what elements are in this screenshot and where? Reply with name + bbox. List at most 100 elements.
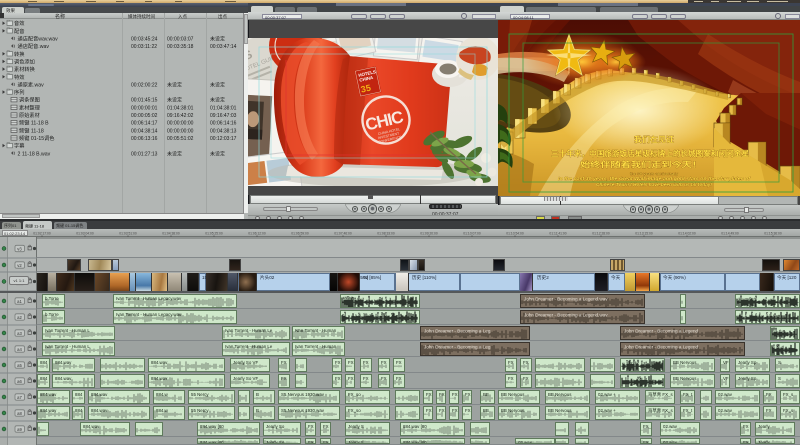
svg-text:01:15:36:00: 01:15:36:00	[764, 232, 782, 236]
svg-text:a5: a5	[17, 363, 22, 368]
svg-text:FX: FX	[348, 360, 354, 365]
svg-text:转换: 转换	[14, 50, 25, 58]
svg-text:FX: FX	[439, 392, 445, 397]
svg-text:884.wav: 884.wav	[40, 408, 57, 413]
svg-text:BB Nervous: BB Nervous	[623, 376, 647, 381]
svg-text:FX: FX	[348, 376, 354, 381]
svg-text:VF: VF	[723, 376, 729, 381]
svg-text:884.wav: 884.wav	[55, 360, 72, 365]
svg-text:00:03:45:24: 00:03:45:24	[131, 37, 158, 43]
svg-text:序列01: 序列01	[4, 222, 17, 228]
svg-text:00:06:14:16: 00:06:14:16	[210, 121, 237, 127]
svg-text:FX: FX	[363, 360, 369, 365]
svg-text:884.wav [80: 884.wav [80	[200, 424, 224, 429]
svg-text:FX_so: FX_so	[348, 408, 361, 413]
svg-text:BB Nervous: BB Nervous	[548, 392, 572, 397]
svg-text:BB: BB	[483, 392, 489, 397]
svg-text:00:01:27:13: 00:01:27:13	[131, 151, 158, 157]
svg-text:FX: FX	[426, 408, 432, 413]
svg-text:a1: a1	[17, 299, 22, 304]
svg-text:02 [85%]: 02 [85%]	[363, 275, 381, 280]
svg-text:S: S	[778, 360, 781, 365]
svg-text:02.wav +: 02.wav +	[598, 408, 616, 413]
svg-text:Jearly So: Jearly So	[266, 440, 285, 445]
svg-text:素材整理: 素材整理	[19, 103, 41, 111]
svg-text:John Dreamer - Becoming a Lege: John Dreamer - Becoming a Legend	[624, 328, 698, 333]
svg-text:FX: FX	[426, 392, 432, 397]
svg-text:海草青 FX_s: 海草青 FX_s	[648, 391, 673, 398]
svg-text:BB: BB	[483, 408, 489, 413]
svg-text:35: 35	[360, 83, 372, 95]
svg-text:未设定: 未设定	[210, 150, 225, 157]
svg-text:Jearly Sp: Jearly Sp	[738, 360, 757, 365]
svg-text:FX: FX	[452, 408, 458, 413]
svg-text:Jearly S: Jearly S	[348, 440, 364, 445]
svg-text:John Dreamer - Becoming a Lege: John Dreamer - Becoming a Legend	[624, 344, 698, 349]
svg-text:FX: FX	[743, 424, 749, 429]
svg-text:FX: FX	[323, 424, 329, 429]
svg-text:FX: FX	[281, 376, 287, 381]
svg-text:素材转换: 素材转换	[14, 65, 36, 73]
svg-text:884: 884	[75, 392, 83, 397]
svg-text:频键 11-18 B: 频键 11-18 B	[19, 119, 49, 127]
svg-text:884.w: 884.w	[156, 408, 169, 413]
svg-text:00:00:05:02: 00:00:05:02	[131, 113, 158, 119]
svg-text:a3: a3	[17, 331, 22, 336]
svg-text:world: world	[773, 328, 784, 333]
svg-text:FX_s: FX_s	[643, 424, 652, 429]
svg-text:FX: FX	[308, 440, 314, 445]
svg-text:00:01:45:15: 00:01:45:15	[131, 98, 158, 104]
svg-text:调条保图: 调条保图	[19, 96, 40, 104]
svg-text:01:06:12:00: 01:06:12:00	[248, 232, 266, 236]
svg-text:FX_t: FX_t	[683, 408, 693, 413]
svg-text:BB Nervous: BB Nervous	[501, 408, 525, 413]
svg-text:884: 884	[40, 376, 48, 381]
svg-text:FX: FX	[335, 376, 341, 381]
svg-text:Ivan Torrent - Human: Ivan Torrent - Human	[295, 344, 337, 349]
svg-text:John Dreamer - Becoming a Leg: John Dreamer - Becoming a Leg	[424, 328, 491, 333]
svg-text:01:14:49:00: 01:14:49:00	[721, 232, 739, 236]
svg-text:09:16:47:03: 09:16:47:03	[210, 113, 237, 119]
svg-text:01:09:20:00: 01:09:20:00	[420, 232, 438, 236]
svg-text:BB Nervous: BB Nervous	[623, 360, 647, 365]
svg-text:FX: FX	[743, 440, 749, 445]
svg-text:原始素材: 原始素材	[19, 111, 40, 119]
svg-text:884.wav: 884.wav	[83, 424, 100, 429]
svg-text:Ivan Torrent - Human Legacy.wa: Ivan Torrent - Human Legacy.wav	[116, 312, 182, 317]
svg-text:884.w: 884.w	[156, 392, 169, 397]
svg-text:01:05:25:00: 01:05:25:00	[205, 232, 223, 236]
svg-text:00:05:51:02: 00:05:51:02	[167, 136, 194, 142]
svg-text:FX: FX	[396, 360, 402, 365]
svg-text:00:04:38:13: 00:04:38:13	[210, 128, 237, 134]
svg-text:片头02: 片头02	[260, 274, 275, 281]
svg-text:频键 11-18: 频键 11-18	[25, 223, 45, 229]
svg-text:01:04:38:01: 01:04:38:01	[167, 105, 194, 111]
svg-text:FX: FX	[508, 360, 514, 365]
svg-text:历史2: 历史2	[537, 274, 549, 281]
svg-text:00:06:14:17: 00:06:14:17	[131, 121, 158, 127]
svg-text:三十年来，中国旅游饭店星级标牌上的长城图案和闪闪金星: 三十年来，中国旅游饭店星级标牌上的长城图案和闪闪金星	[551, 149, 749, 158]
svg-text:02.wav: 02.wav	[718, 408, 733, 413]
svg-text:Jearly Sp: Jearly Sp	[738, 376, 757, 381]
svg-text:FX: FX	[381, 360, 387, 365]
svg-text:序列: 序列	[14, 88, 24, 96]
svg-text:884.wav: 884.wav	[55, 376, 72, 381]
svg-text:01:07:46:00: 01:07:46:00	[334, 232, 352, 236]
svg-text:VF: VF	[723, 360, 729, 365]
svg-text:Ivan Torrent - Human L: Ivan Torrent - Human L	[45, 344, 90, 349]
svg-text:John Dreamer - Becoming a Leg: John Dreamer - Becoming a Leg	[424, 344, 491, 349]
svg-text:未设定: 未设定	[210, 97, 225, 104]
svg-text:Future World Music: Future World Music	[738, 312, 777, 317]
svg-text:00:03:11:22: 00:03:11:22	[131, 44, 157, 50]
svg-text:884.wav [80: 884.wav [80	[200, 440, 224, 445]
svg-text:John Dreamer - Becoming a Lege: John Dreamer - Becoming a Legend.wav	[524, 312, 608, 317]
svg-text:Ivan Torrent - Human Le: Ivan Torrent - Human Le	[225, 328, 273, 333]
svg-text:01:10:54:00: 01:10:54:00	[506, 232, 524, 236]
svg-text:00:04:38:14: 00:04:38:14	[131, 128, 158, 134]
svg-text:01:06:59:00: 01:06:59:00	[291, 232, 309, 236]
svg-text:01:03:51:00: 01:03:51:00	[119, 232, 137, 236]
svg-text:09:16:42:02: 09:16:42:02	[167, 113, 194, 119]
svg-text:02.wav: 02.wav	[663, 440, 678, 445]
svg-text:配音: 配音	[14, 27, 24, 35]
svg-text:Ivan Torrent - Human: Ivan Torrent - Human	[295, 328, 337, 333]
